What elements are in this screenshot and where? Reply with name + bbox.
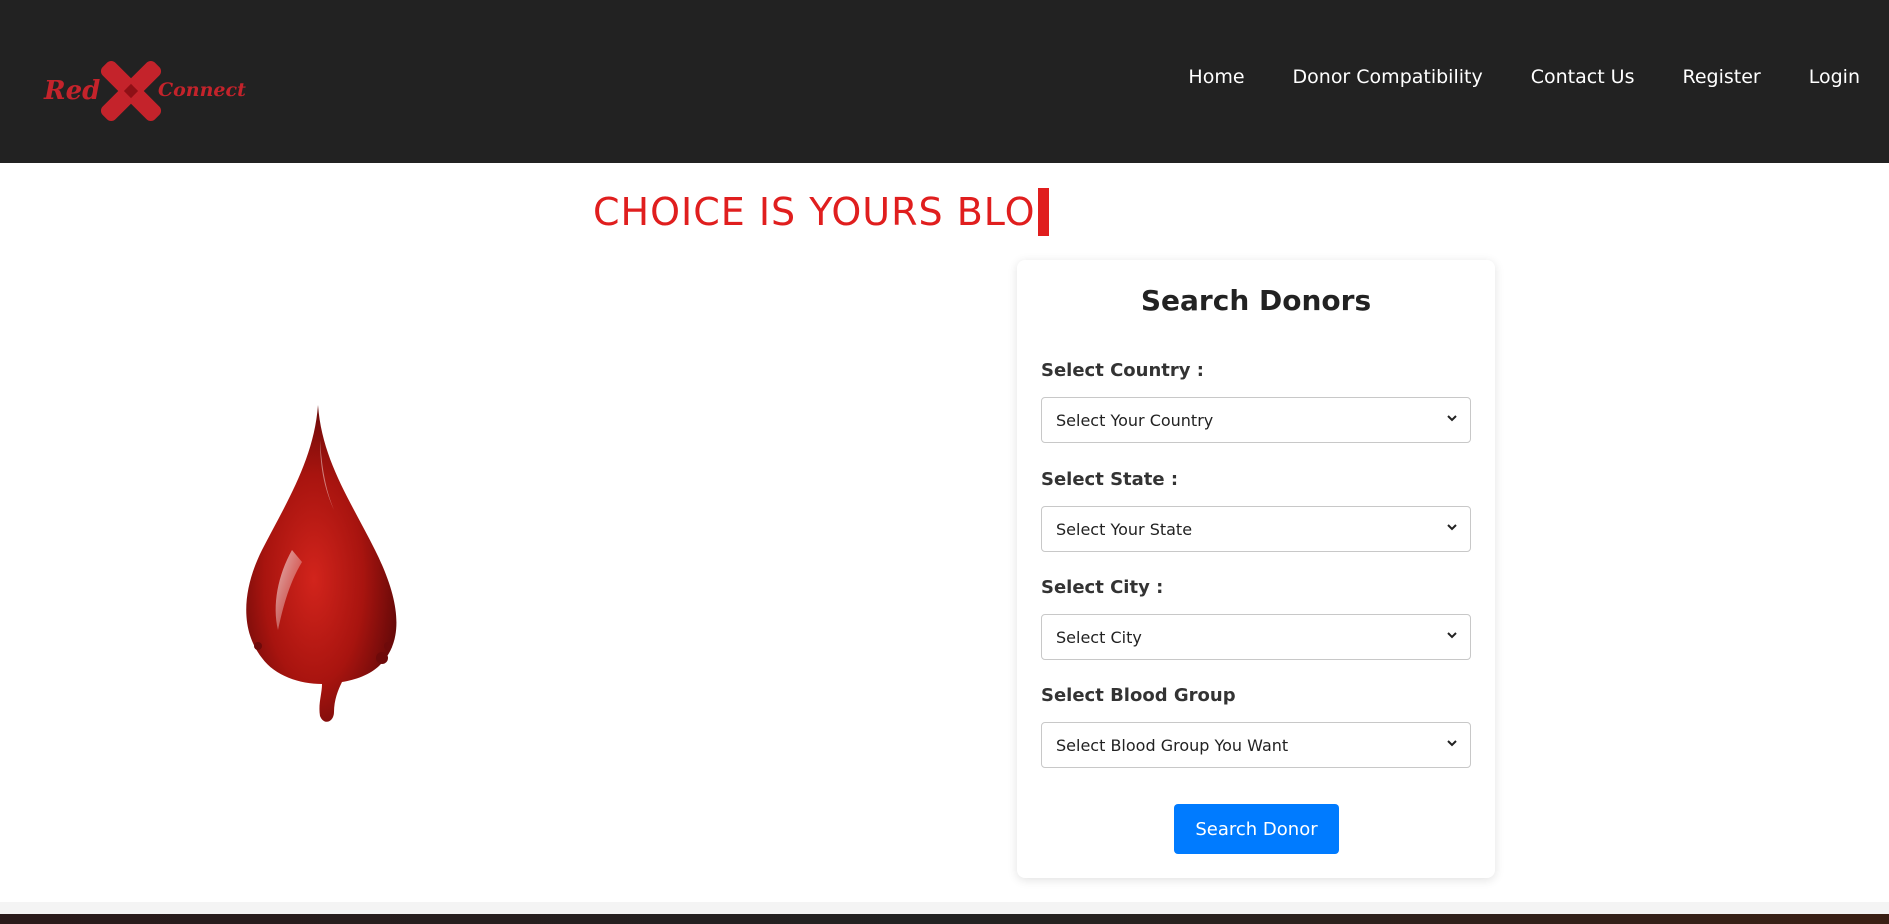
blood-drop-icon xyxy=(246,405,397,722)
nav-register[interactable]: Register xyxy=(1683,66,1761,88)
card-title: Search Donors xyxy=(1140,284,1372,317)
nav-donor-compatibility[interactable]: Donor Compatibility xyxy=(1293,66,1483,88)
navbar: Red Connect Home Donor Compatibility Con… xyxy=(0,0,1889,163)
state-select-value: Select Your State xyxy=(1056,519,1193,539)
blood-group-select-value: Select Blood Group You Want xyxy=(1056,735,1289,755)
country-label: Select Country : xyxy=(1041,360,1204,381)
state-select[interactable]: Select Your State xyxy=(1041,506,1471,552)
nav-contact-us[interactable]: Contact Us xyxy=(1531,66,1635,88)
main-nav: Home Donor Compatibility Contact Us Regi… xyxy=(1140,66,1860,88)
red-cross-x-icon xyxy=(100,60,162,122)
chevron-down-icon xyxy=(1447,524,1457,531)
search-donors-card: Search Donors Select Country : Select Yo… xyxy=(1017,260,1495,878)
chevron-down-icon xyxy=(1447,740,1457,747)
blood-group-label: Select Blood Group xyxy=(1041,685,1236,706)
city-label: Select City : xyxy=(1041,577,1164,598)
search-donor-button[interactable]: Search Donor xyxy=(1174,804,1339,854)
logo-word-red: Red xyxy=(44,76,101,106)
nav-login[interactable]: Login xyxy=(1809,66,1860,88)
country-select[interactable]: Select Your Country xyxy=(1041,397,1471,443)
logo-word-connect: Connect xyxy=(158,79,246,101)
city-select[interactable]: Select City xyxy=(1041,614,1471,660)
blood-group-select[interactable]: Select Blood Group You Want xyxy=(1041,722,1471,768)
typing-headline: CHOICE IS YOURS BLO xyxy=(593,188,1049,236)
country-select-value: Select Your Country xyxy=(1056,410,1214,430)
headline-text: CHOICE IS YOURS BLO xyxy=(593,190,1036,234)
footer-strip xyxy=(0,914,1889,924)
chevron-down-icon xyxy=(1447,415,1457,422)
site-logo[interactable]: Red Connect xyxy=(40,58,246,124)
typing-cursor xyxy=(1037,188,1049,236)
city-select-value: Select City xyxy=(1056,627,1142,647)
state-label: Select State : xyxy=(1041,469,1179,490)
chevron-down-icon xyxy=(1447,632,1457,639)
section-divider xyxy=(0,902,1889,914)
nav-home[interactable]: Home xyxy=(1188,66,1244,88)
